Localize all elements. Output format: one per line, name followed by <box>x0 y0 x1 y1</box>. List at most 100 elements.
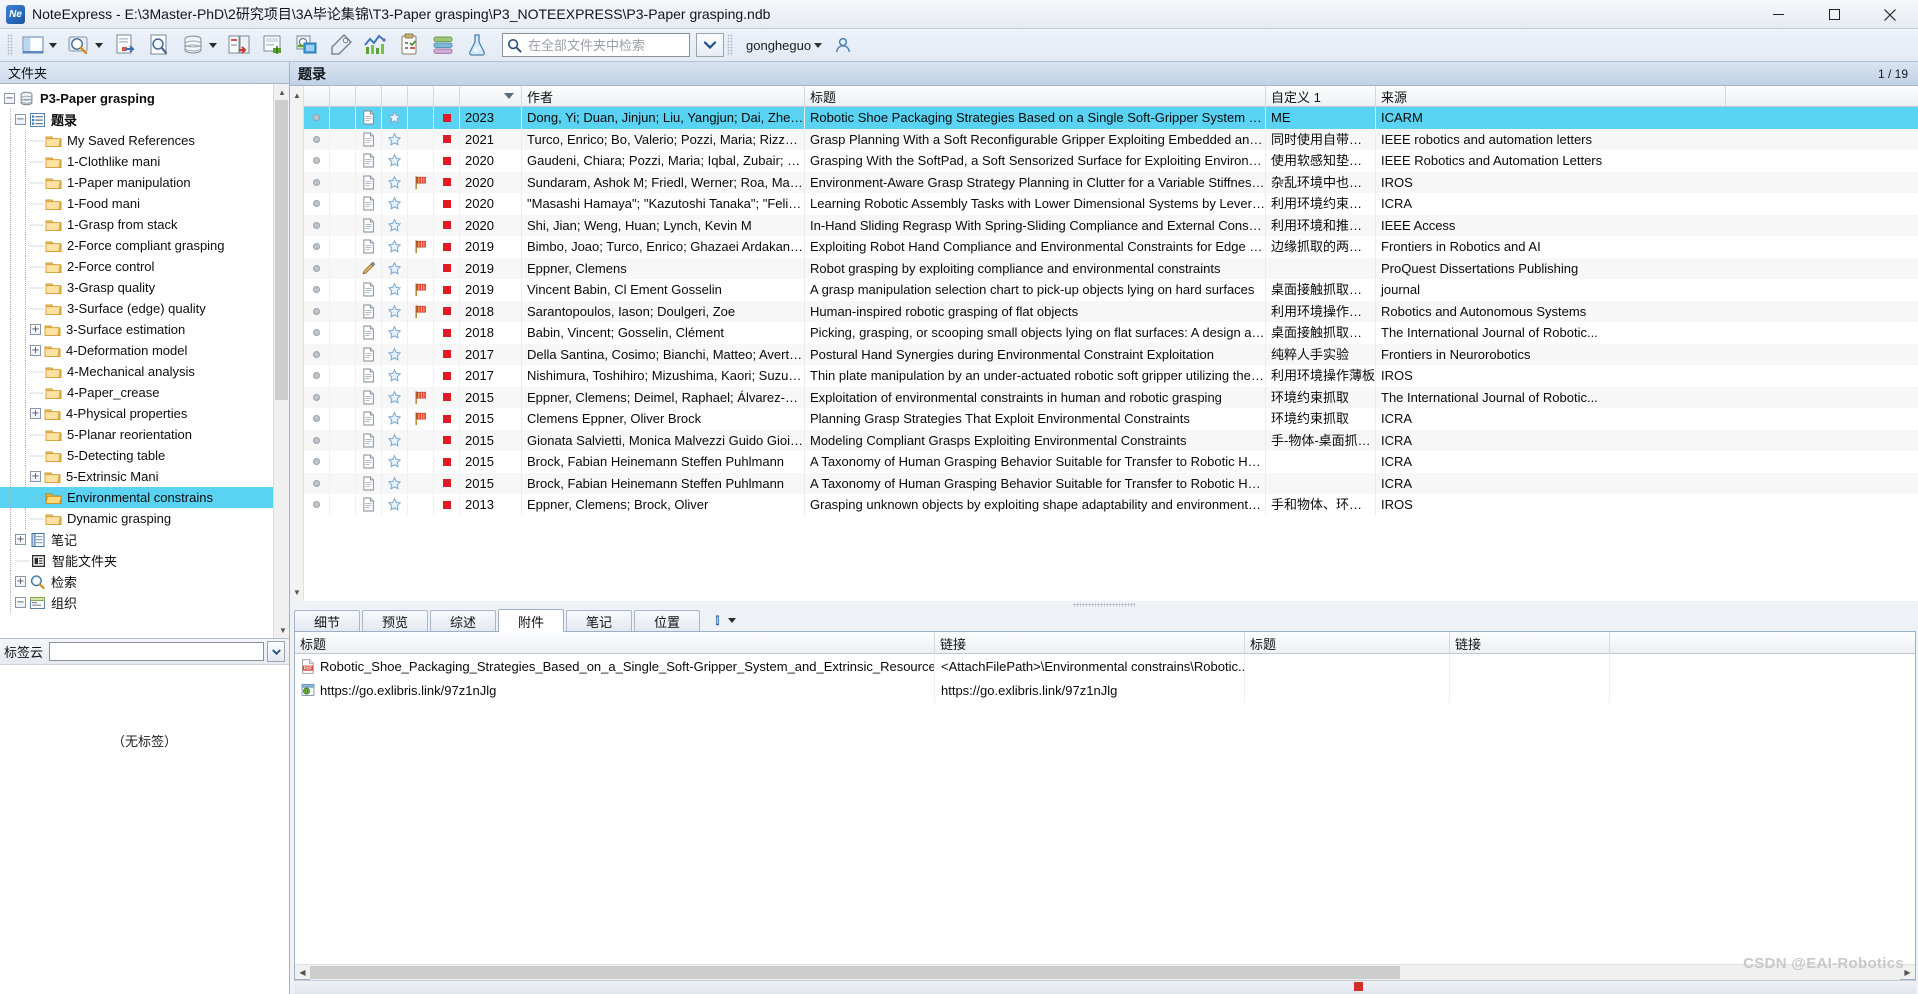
cell-mark[interactable] <box>330 300 356 322</box>
scroll-up-icon[interactable]: ▲ <box>290 88 304 102</box>
attachment-column-headers[interactable]: 标题 链接 标题 链接 <box>295 632 1915 654</box>
star-icon[interactable] <box>387 347 402 362</box>
cell-record-bullet[interactable] <box>304 193 330 215</box>
doc-icon[interactable] <box>362 304 375 319</box>
cell-attachment-icon[interactable] <box>356 193 382 215</box>
doc-icon[interactable] <box>362 282 375 297</box>
scroll-thumb[interactable] <box>275 100 288 400</box>
chevron-down-icon[interactable] <box>814 42 823 48</box>
toolbar-grip-2[interactable] <box>727 34 733 56</box>
cell-flag-icon[interactable] <box>408 257 434 279</box>
reference-row[interactable]: 2020 Sundaram, Ashok M; Friedl, Werner; R… <box>304 171 1918 193</box>
cell-star-icon[interactable] <box>382 322 408 344</box>
tree-item-5-planar-reorientation[interactable]: 5-Planar reorientation <box>0 424 273 445</box>
tree-item-笔记[interactable]: + 笔记 <box>0 529 273 550</box>
cell-star-icon[interactable] <box>382 171 408 193</box>
search-scope-dropdown[interactable] <box>696 33 724 57</box>
cell-color[interactable] <box>434 236 460 258</box>
statistics-chart-button[interactable] <box>358 31 392 60</box>
cell-color[interactable] <box>434 257 460 279</box>
cell-star-icon[interactable] <box>382 429 408 451</box>
cell-color[interactable] <box>434 128 460 150</box>
reference-row[interactable]: 2020 Shi, Jian; Weng, Huan; Lynch, Kevin … <box>304 214 1918 236</box>
cell-record-bullet[interactable] <box>304 429 330 451</box>
star-icon[interactable] <box>387 433 402 448</box>
cell-record-bullet[interactable] <box>304 171 330 193</box>
cell-star-icon[interactable] <box>382 494 408 516</box>
cell-flag-icon[interactable] <box>408 300 434 322</box>
cell-record-bullet[interactable] <box>304 214 330 236</box>
cell-color[interactable] <box>434 494 460 516</box>
pdf-import-button[interactable] <box>108 31 142 60</box>
close-button[interactable] <box>1862 0 1918 29</box>
doc-icon[interactable] <box>362 454 375 469</box>
tree-item-4-paper-crease[interactable]: 4-Paper_crease <box>0 382 273 403</box>
cell-flag-icon[interactable] <box>408 214 434 236</box>
cell-mark[interactable] <box>330 322 356 344</box>
cell-mark[interactable] <box>330 279 356 301</box>
reference-row[interactable]: 2018 Babin, Vincent; Gosselin, Clément Pic… <box>304 322 1918 344</box>
cell-attachment-icon[interactable] <box>356 429 382 451</box>
cell-star-icon[interactable] <box>382 472 408 494</box>
layout-panel-button[interactable] <box>16 31 62 60</box>
attachment-row[interactable]: PDF Robotic_Shoe_Packaging_Strategies_Bas… <box>295 654 1915 678</box>
cell-attachment-icon[interactable] <box>356 214 382 236</box>
tree-item-dynamic-grasping[interactable]: Dynamic grasping <box>0 508 273 529</box>
star-icon[interactable] <box>387 368 402 383</box>
cell-flag-icon[interactable] <box>408 279 434 301</box>
collapse-icon[interactable]: − <box>15 597 26 608</box>
scroll-up-icon[interactable]: ▲ <box>274 84 289 100</box>
user-avatar-icon[interactable] <box>833 35 853 55</box>
star-icon[interactable] <box>387 239 402 254</box>
tree-item-组织[interactable]: − 组织 <box>0 592 273 613</box>
tag-button[interactable] <box>324 31 358 60</box>
cell-star-icon[interactable] <box>382 214 408 236</box>
online-search-button[interactable] <box>290 31 324 60</box>
cell-record-bullet[interactable] <box>304 300 330 322</box>
star-icon[interactable] <box>387 196 402 211</box>
folder-tree-scrollbar[interactable]: ▲ ▼ <box>273 84 289 638</box>
star-icon[interactable] <box>387 110 402 125</box>
cell-mark[interactable] <box>330 236 356 258</box>
cell-flag-icon[interactable] <box>408 171 434 193</box>
cell-record-bullet[interactable] <box>304 365 330 387</box>
cell-attachment-icon[interactable] <box>356 343 382 365</box>
doc-icon[interactable] <box>362 110 375 125</box>
database-button[interactable] <box>176 31 222 60</box>
cell-record-bullet[interactable] <box>304 322 330 344</box>
cell-mark[interactable] <box>330 494 356 516</box>
cell-flag-icon[interactable] <box>408 365 434 387</box>
cell-mark[interactable] <box>330 107 356 129</box>
maximize-button[interactable] <box>1806 0 1862 29</box>
cell-mark[interactable] <box>330 171 356 193</box>
horizontal-splitter[interactable] <box>290 601 1918 609</box>
tree-item-1-food-mani[interactable]: 1-Food mani <box>0 193 273 214</box>
column-header-year[interactable] <box>460 86 522 106</box>
cell-color[interactable] <box>434 386 460 408</box>
cell-mark[interactable] <box>330 214 356 236</box>
cell-color[interactable] <box>434 193 460 215</box>
cell-flag-icon[interactable] <box>408 472 434 494</box>
cell-star-icon[interactable] <box>382 128 408 150</box>
cell-flag-icon[interactable] <box>408 236 434 258</box>
doc-icon[interactable] <box>362 368 375 383</box>
cell-flag-icon[interactable] <box>408 408 434 430</box>
chevron-down-icon[interactable] <box>209 42 217 48</box>
detail-tab-2[interactable]: 综述 <box>430 610 496 631</box>
star-icon[interactable] <box>387 476 402 491</box>
doc-icon[interactable] <box>362 497 375 512</box>
cell-record-bullet[interactable] <box>304 386 330 408</box>
column-header-c_flag[interactable] <box>408 86 434 106</box>
grid-rows[interactable]: 2023 Dong, Yi; Duan, Jinjun; Liu, Yangjun… <box>304 107 1918 601</box>
column-header-c_attach[interactable] <box>304 86 330 106</box>
reference-row[interactable]: 2023 Dong, Yi; Duan, Jinjun; Liu, Yangjun… <box>304 107 1918 129</box>
cell-flag-icon[interactable] <box>408 322 434 344</box>
cell-attachment-icon[interactable] <box>356 451 382 473</box>
tree-item-4-mechanical-analysis[interactable]: 4-Mechanical analysis <box>0 361 273 382</box>
star-icon[interactable] <box>387 261 402 276</box>
expand-icon[interactable]: + <box>30 471 41 482</box>
search-reference-button[interactable] <box>62 31 108 60</box>
attachment-hscrollbar[interactable]: ◀ ▶ <box>295 964 1915 980</box>
expand-icon[interactable]: + <box>30 324 41 335</box>
detail-tab-3[interactable]: 附件 <box>498 609 564 632</box>
